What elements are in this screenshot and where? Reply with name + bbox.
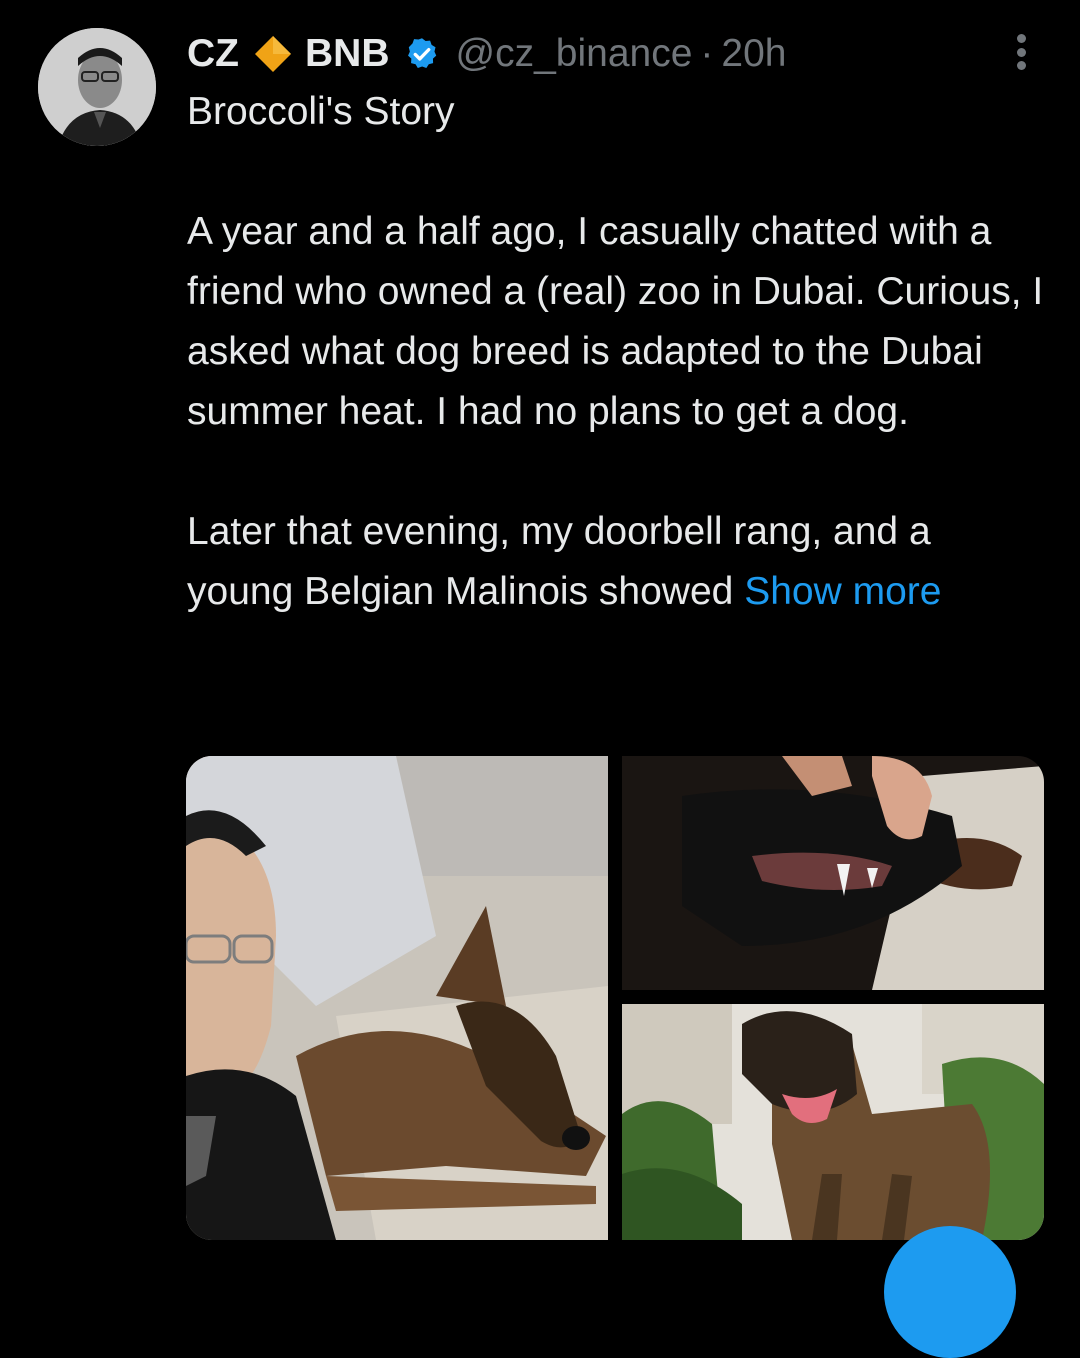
tweet-header: CZ BNB @cz_binance · 20h	[187, 26, 1020, 82]
media-grid	[186, 756, 1044, 1240]
compose-button[interactable]	[884, 1226, 1016, 1358]
tweet-paragraph-1: A year and a half ago, I casually chatte…	[187, 210, 1044, 433]
more-dot	[1016, 61, 1026, 70]
verified-badge-icon	[404, 36, 440, 72]
photo-selfie-with-puppy[interactable]	[186, 756, 608, 1240]
orange-diamond-icon	[253, 34, 293, 74]
tweet-timestamp[interactable]: 20h	[721, 32, 786, 76]
tweet-body: Broccoli's Story A year and a half ago, …	[187, 82, 1047, 622]
more-dot	[1016, 47, 1026, 57]
separator-dot: ·	[700, 32, 714, 75]
show-more-link[interactable]: Show more	[744, 570, 941, 613]
more-options-icon[interactable]	[1002, 30, 1040, 74]
more-dot	[1016, 34, 1026, 43]
author-avatar[interactable]	[38, 28, 156, 146]
author-name-suffix[interactable]: BNB	[305, 32, 390, 76]
tweet-title-line: Broccoli's Story	[187, 90, 455, 133]
photo-puppy-teeth[interactable]	[622, 756, 1044, 990]
author-handle[interactable]: @cz_binance	[456, 32, 693, 76]
author-name[interactable]: CZ	[187, 32, 239, 76]
photo-dog-in-garden[interactable]	[622, 1004, 1044, 1240]
tweet-paragraph-2: Later that evening, my doorbell rang, an…	[187, 502, 1047, 622]
